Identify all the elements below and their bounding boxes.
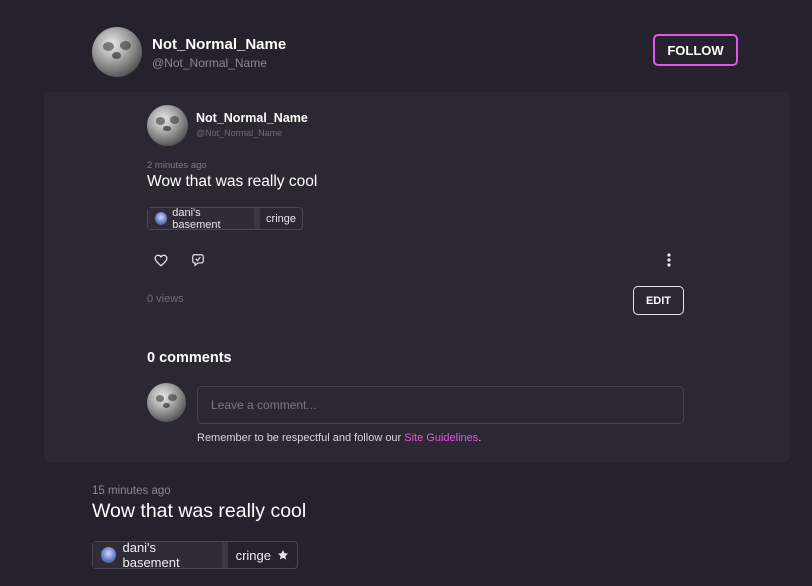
- comments-count-heading: 0 comments: [147, 350, 232, 366]
- like-button[interactable]: [152, 251, 170, 269]
- reblog-icon: [192, 254, 204, 267]
- follow-button[interactable]: FOLLOW: [653, 34, 738, 66]
- embedded-post-text: Wow that was really cool: [147, 173, 318, 190]
- post-community-chip[interactable]: dani's basement: [93, 540, 222, 570]
- edit-button[interactable]: EDIT: [633, 286, 684, 315]
- embedded-author-name[interactable]: Not_Normal_Name: [196, 111, 308, 125]
- reblog-button[interactable]: [189, 251, 207, 269]
- commenter-avatar: [147, 383, 186, 422]
- view-count: 0 views: [147, 293, 184, 305]
- more-options-button[interactable]: [660, 251, 678, 269]
- embedded-post-timestamp: 2 minutes ago: [147, 160, 207, 171]
- post-text: Wow that was really cool: [92, 500, 307, 522]
- guidelines-prefix: Remember to be respectful and follow our: [197, 432, 405, 444]
- post-timestamp: 15 minutes ago: [92, 485, 171, 497]
- embedded-author-handle: @Not_Normal_Name: [196, 128, 283, 138]
- post-tag-chip[interactable]: cringe: [228, 542, 297, 568]
- comment-guidelines-notice: Remember to be respectful and follow our…: [197, 432, 481, 444]
- post-tag-list: dani's basement cringe: [92, 540, 298, 570]
- author-avatar[interactable]: [92, 27, 142, 77]
- heart-icon: [154, 254, 168, 266]
- author-handle: @Not_Normal_Name: [152, 56, 267, 70]
- site-guidelines-link[interactable]: Site Guidelines: [404, 432, 478, 444]
- embedded-community-chip[interactable]: dani's basement: [148, 206, 255, 231]
- post-community-label: dani's basement: [122, 540, 180, 570]
- star-icon[interactable]: [277, 549, 289, 561]
- community-icon: [101, 547, 117, 563]
- author-display-name[interactable]: Not_Normal_Name: [152, 36, 286, 53]
- embedded-tag-chip[interactable]: cringe: [260, 208, 302, 229]
- more-vertical-icon: [667, 253, 671, 267]
- post-tag-label: cringe: [235, 547, 271, 563]
- embedded-tag-label: cringe: [266, 212, 296, 225]
- comment-input[interactable]: [197, 386, 684, 424]
- embedded-community-label: dani's basement: [172, 206, 221, 231]
- embedded-tag-list: dani's basement cringe: [147, 206, 303, 231]
- guidelines-suffix: .: [478, 432, 482, 444]
- embedded-author-avatar[interactable]: [147, 105, 188, 146]
- community-icon: [155, 212, 168, 225]
